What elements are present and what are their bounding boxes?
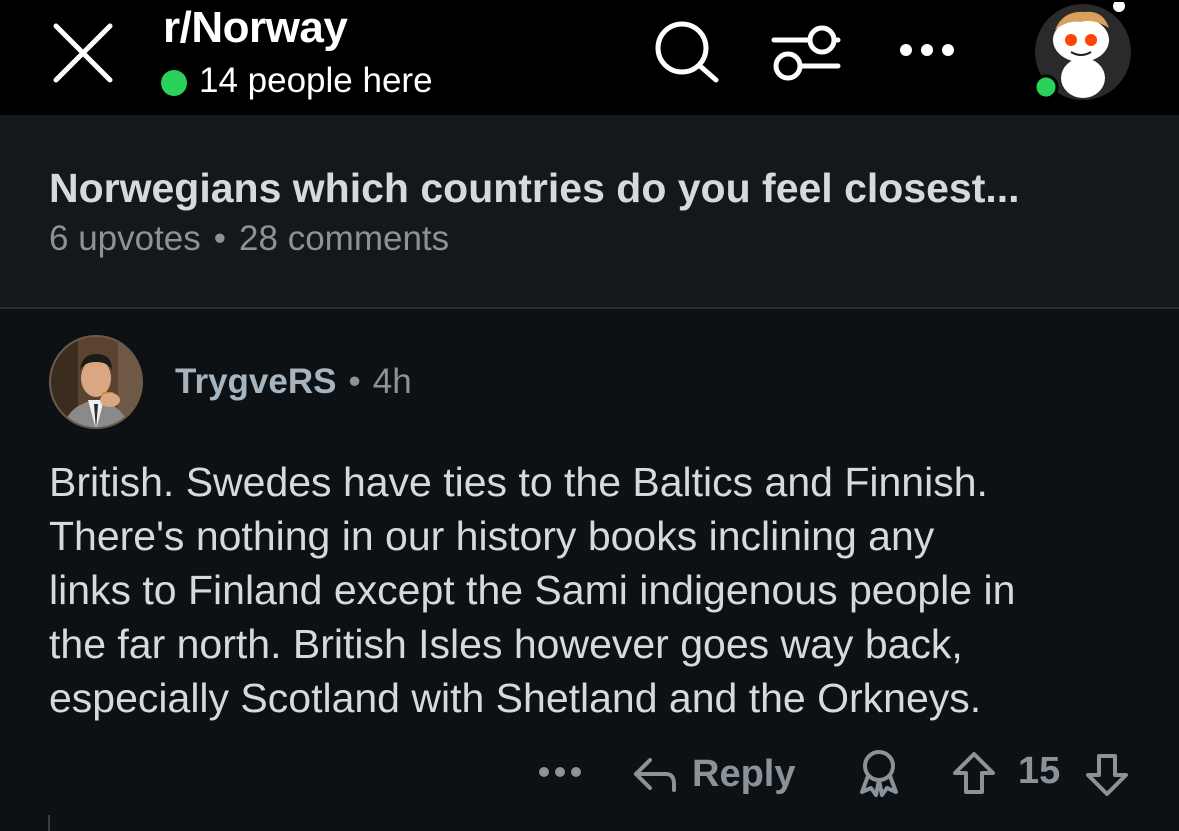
avatar bbox=[49, 335, 143, 429]
upvote-button[interactable] bbox=[951, 750, 997, 796]
post-upvotes: 6 upvotes bbox=[49, 219, 201, 258]
reply-button[interactable]: Reply bbox=[632, 746, 795, 802]
online-count: 14 people here bbox=[199, 61, 433, 100]
close-button[interactable] bbox=[50, 20, 116, 86]
comment-body: British. Swedes have ties to the Baltics… bbox=[49, 455, 1159, 725]
meta-separator: • bbox=[213, 219, 227, 258]
comment-line: There's nothing in our history books inc… bbox=[49, 513, 935, 559]
reply-label: Reply bbox=[692, 752, 796, 795]
meta-separator: • bbox=[348, 362, 361, 401]
user-avatar-button[interactable] bbox=[1033, 0, 1131, 100]
upvote-arrow-icon bbox=[953, 752, 995, 794]
comment-age: 4h bbox=[372, 362, 412, 401]
comment-author-avatar[interactable] bbox=[48, 334, 144, 430]
thread-line bbox=[48, 815, 50, 831]
filter-icon bbox=[771, 25, 841, 81]
user-avatar-icon bbox=[1033, 0, 1131, 100]
comment-actions: Reply 15 bbox=[0, 740, 1179, 810]
comment-line: British. Swedes have ties to the Baltics… bbox=[49, 459, 988, 505]
online-indicator bbox=[161, 70, 187, 96]
comment-line: the far north. British Isles however goe… bbox=[49, 621, 963, 667]
subreddit-name[interactable]: r/Norway bbox=[163, 3, 348, 53]
post-meta: 6 upvotes • 28 comments bbox=[49, 219, 449, 259]
award-button[interactable] bbox=[856, 748, 902, 798]
comment-more-button[interactable] bbox=[536, 752, 584, 792]
comment-score: 15 bbox=[1018, 750, 1061, 792]
close-icon bbox=[53, 23, 113, 83]
more-options-button[interactable] bbox=[892, 22, 962, 78]
comment-line: links to Finland except the Sami indigen… bbox=[49, 567, 1016, 613]
award-icon bbox=[860, 750, 898, 797]
filter-button[interactable] bbox=[770, 20, 842, 86]
search-icon bbox=[655, 21, 719, 83]
more-dots-icon bbox=[539, 767, 581, 777]
divider bbox=[0, 307, 1179, 309]
downvote-button[interactable] bbox=[1084, 752, 1130, 798]
reply-icon bbox=[634, 758, 676, 792]
comment-meta: TrygveRS • 4h bbox=[175, 362, 412, 402]
comment-author[interactable]: TrygveRS bbox=[175, 362, 336, 401]
comment-line: especially Scotland with Shetland and th… bbox=[49, 675, 982, 721]
post-title[interactable]: Norwegians which countries do you feel c… bbox=[49, 165, 1020, 212]
search-button[interactable] bbox=[652, 20, 724, 86]
top-bar: r/Norway 14 people here bbox=[0, 0, 1179, 115]
more-icon bbox=[900, 44, 954, 56]
downvote-arrow-icon bbox=[1086, 754, 1128, 796]
post-comments-count: 28 comments bbox=[239, 219, 450, 258]
